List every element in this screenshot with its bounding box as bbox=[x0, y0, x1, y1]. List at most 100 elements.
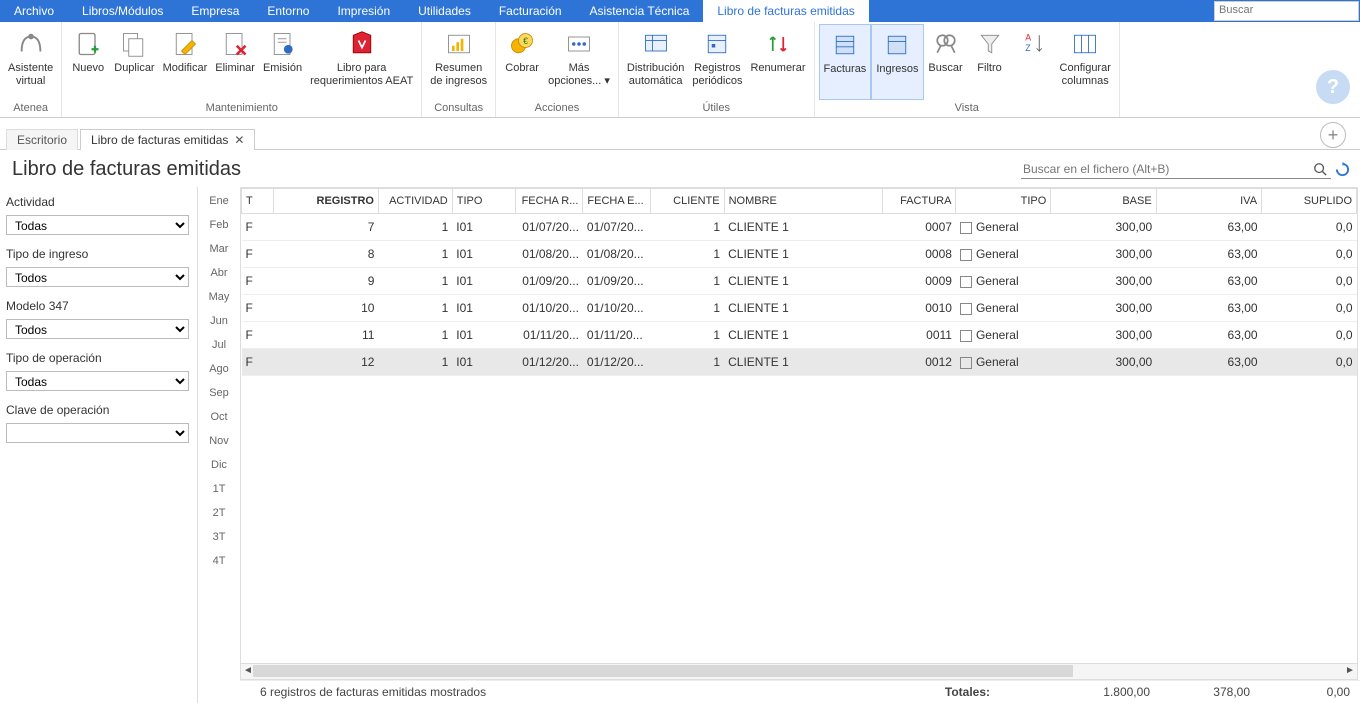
search-icon[interactable] bbox=[1313, 162, 1331, 176]
checkbox-icon[interactable] bbox=[960, 330, 972, 342]
file-search-input[interactable] bbox=[1021, 160, 1313, 178]
month-nov[interactable]: Nov bbox=[198, 429, 240, 453]
month-ago[interactable]: Ago bbox=[198, 357, 240, 381]
horizontal-scrollbar[interactable]: ◄ ► bbox=[240, 664, 1358, 680]
table-row[interactable]: F121I0101/12/20...01/12/20...1CLIENTE 10… bbox=[242, 349, 1357, 376]
checkbox-icon[interactable] bbox=[960, 276, 972, 288]
facturas-button[interactable]: Facturas bbox=[819, 24, 872, 100]
resumen-ingresos-button[interactable]: Resumende ingresos bbox=[426, 24, 491, 100]
ribbon-toolbar: AsistentevirtualAteneaNuevoDuplicarModif… bbox=[0, 22, 1360, 118]
configurar-columnas-button[interactable]: Configurarcolumnas bbox=[1056, 24, 1115, 100]
month-oct[interactable]: Oct bbox=[198, 405, 240, 429]
col-header[interactable]: NOMBRE bbox=[724, 189, 882, 214]
libro-req-button[interactable]: Libro pararequerimientos AEAT bbox=[306, 24, 417, 100]
checkbox-icon[interactable] bbox=[960, 357, 972, 369]
nuevo-icon bbox=[72, 28, 104, 60]
asistente-virtual-button[interactable]: Asistentevirtual bbox=[4, 24, 57, 100]
eliminar-button[interactable]: Eliminar bbox=[211, 24, 259, 100]
checkbox-icon[interactable] bbox=[960, 249, 972, 261]
table-row[interactable]: F71I0101/07/20...01/07/20...1CLIENTE 100… bbox=[242, 214, 1357, 241]
modificar-button[interactable]: Modificar bbox=[159, 24, 212, 100]
col-header[interactable]: FACTURA bbox=[882, 189, 956, 214]
emision-button[interactable]: Emisión bbox=[259, 24, 306, 100]
col-header[interactable]: FECHA R... bbox=[515, 189, 582, 214]
month-ene[interactable]: Ene bbox=[198, 189, 240, 213]
cell: 300,00 bbox=[1051, 295, 1156, 322]
registros-periodicos-button[interactable]: Registrosperiódicos bbox=[688, 24, 746, 100]
filter-select-actividad[interactable]: Todas bbox=[6, 215, 189, 235]
month-sep[interactable]: Sep bbox=[198, 381, 240, 405]
group-label: Acciones bbox=[500, 100, 614, 117]
distribucion-button[interactable]: Distribuciónautomática bbox=[623, 24, 688, 100]
col-header[interactable]: ACTIVIDAD bbox=[378, 189, 452, 214]
refresh-icon[interactable] bbox=[1335, 162, 1350, 177]
cell: 300,00 bbox=[1051, 214, 1156, 241]
col-header[interactable]: TIPO bbox=[452, 189, 515, 214]
col-header[interactable]: SUPLIDO bbox=[1262, 189, 1357, 214]
ingresos-button[interactable]: Ingresos bbox=[871, 24, 923, 100]
scrollbar-thumb[interactable] bbox=[253, 665, 1073, 677]
filter-select-tipo-de-operaci-n[interactable]: Todas bbox=[6, 371, 189, 391]
col-header[interactable]: BASE bbox=[1051, 189, 1156, 214]
cobrar-button[interactable]: €Cobrar bbox=[500, 24, 544, 100]
eliminar-icon bbox=[219, 28, 251, 60]
menu-archivo[interactable]: Archivo bbox=[0, 0, 68, 22]
filter-select-tipo-de-ingreso[interactable]: Todos bbox=[6, 267, 189, 287]
global-search[interactable] bbox=[1214, 1, 1359, 21]
month-3t[interactable]: 3T bbox=[198, 525, 240, 549]
menu-utilidades[interactable]: Utilidades bbox=[404, 0, 485, 22]
month-jun[interactable]: Jun bbox=[198, 309, 240, 333]
month-mar[interactable]: Mar bbox=[198, 237, 240, 261]
checkbox-icon[interactable] bbox=[960, 222, 972, 234]
menu-entorno[interactable]: Entorno bbox=[253, 0, 323, 22]
cell: General bbox=[956, 241, 1051, 268]
month-may[interactable]: May bbox=[198, 285, 240, 309]
duplicar-button[interactable]: Duplicar bbox=[110, 24, 158, 100]
col-header[interactable]: T bbox=[242, 189, 274, 214]
grid-scroll[interactable]: TREGISTROACTIVIDADTIPOFECHA R...FECHA E.… bbox=[240, 187, 1358, 664]
month-jul[interactable]: Jul bbox=[198, 333, 240, 357]
buscar-button[interactable]: Buscar bbox=[924, 24, 968, 100]
menu-facturaci-n[interactable]: Facturación bbox=[485, 0, 576, 22]
ingresos-icon bbox=[881, 29, 913, 61]
month-feb[interactable]: Feb bbox=[198, 213, 240, 237]
filtro-button[interactable]: Filtro bbox=[968, 24, 1012, 100]
global-search-input[interactable] bbox=[1215, 3, 1358, 17]
file-search[interactable] bbox=[1021, 160, 1331, 179]
month-dic[interactable]: Dic bbox=[198, 453, 240, 477]
table-row[interactable]: F91I0101/09/20...01/09/20...1CLIENTE 100… bbox=[242, 268, 1357, 295]
cell: 0008 bbox=[882, 241, 956, 268]
col-header[interactable]: TIPO bbox=[956, 189, 1051, 214]
col-header[interactable]: IVA bbox=[1156, 189, 1261, 214]
month-abr[interactable]: Abr bbox=[198, 261, 240, 285]
filter-select-clave-de-operaci-n[interactable] bbox=[6, 423, 189, 443]
menu-asistencia-t-cnica[interactable]: Asistencia Técnica bbox=[576, 0, 704, 22]
renumerar-button[interactable]: Renumerar bbox=[746, 24, 809, 100]
help-icon[interactable]: ? bbox=[1316, 70, 1350, 104]
month-1t[interactable]: 1T bbox=[198, 477, 240, 501]
month-2t[interactable]: 2T bbox=[198, 501, 240, 525]
table-row[interactable]: F101I0101/10/20...01/10/20...1CLIENTE 10… bbox=[242, 295, 1357, 322]
filter-select-modelo-[interactable]: Todos bbox=[6, 319, 189, 339]
menu-empresa[interactable]: Empresa bbox=[177, 0, 253, 22]
scroll-right-icon[interactable]: ► bbox=[1343, 664, 1357, 678]
menu-impresi-n[interactable]: Impresión bbox=[323, 0, 404, 22]
month-4t[interactable]: 4T bbox=[198, 549, 240, 573]
table-row[interactable]: F111I0101/11/20...01/11/20...1CLIENTE 10… bbox=[242, 322, 1357, 349]
checkbox-icon[interactable] bbox=[960, 303, 972, 315]
menu-libros-m-dulos[interactable]: Libros/Módulos bbox=[68, 0, 177, 22]
table-row[interactable]: F81I0101/08/20...01/08/20...1CLIENTE 100… bbox=[242, 241, 1357, 268]
mas-opciones-button[interactable]: Másopciones... ▾ bbox=[544, 24, 614, 100]
col-header[interactable]: REGISTRO bbox=[273, 189, 378, 214]
menu-libro-de-facturas-emitidas[interactable]: Libro de facturas emitidas bbox=[703, 0, 868, 22]
col-header[interactable]: CLIENTE bbox=[650, 189, 724, 214]
tab-escritorio[interactable]: Escritorio bbox=[6, 129, 78, 150]
nuevo-button[interactable]: Nuevo bbox=[66, 24, 110, 100]
col-header[interactable]: FECHA E... bbox=[583, 189, 650, 214]
close-icon[interactable]: ✕ bbox=[234, 133, 244, 147]
orden-button[interactable]: AZ bbox=[1012, 24, 1056, 100]
cell: CLIENTE 1 bbox=[724, 268, 882, 295]
page-header: Libro de facturas emitidas bbox=[0, 150, 1360, 187]
cell: 01/11/20... bbox=[515, 322, 582, 349]
tab-libro-de-facturas-emitidas[interactable]: Libro de facturas emitidas✕ bbox=[80, 129, 255, 150]
